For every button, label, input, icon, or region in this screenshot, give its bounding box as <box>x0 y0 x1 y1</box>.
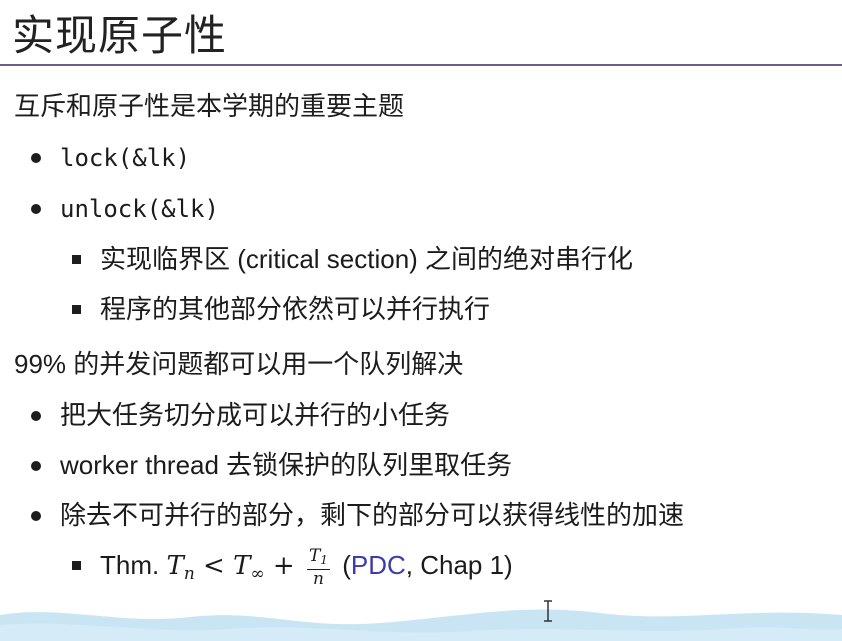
square-bullet-icon <box>72 561 81 570</box>
sub-list-item: Thm. Tn < T∞ + T1 n (PDC, Chap 1) <box>60 540 834 599</box>
list-item: unlock(&lk) 实现临界区 (critical section) 之间的… <box>14 183 834 334</box>
math-sub-n: n <box>183 564 195 584</box>
math-sub-1: 1 <box>320 552 328 567</box>
list-item: 除去不可并行的部分，剩下的部分可以获得线性的加速 Thm. Tn < T∞ + … <box>14 490 834 599</box>
math-sub-inf: ∞ <box>250 564 265 584</box>
code-unlock: unlock(&lk) <box>60 195 219 223</box>
theorem-prefix: Thm. <box>100 550 160 580</box>
fraction-denominator: n <box>312 568 324 589</box>
theorem-formula: Tn < T∞ + T1 n <box>166 547 342 588</box>
square-bullet-icon <box>72 305 81 314</box>
list-item-text: worker thread 去锁保护的队列里取任务 <box>60 450 513 480</box>
list-item: lock(&lk) <box>14 132 834 183</box>
list-item-text: 把大任务切分成可以并行的小任务 <box>60 400 451 430</box>
ref-open: ( <box>342 550 351 580</box>
slide-title: 实现原子性 <box>12 11 228 59</box>
bullet-icon <box>31 461 41 471</box>
slide-content: 互斥和原子性是本学期的重要主题 lock(&lk) unlock(&lk) 实现… <box>14 86 834 599</box>
slide-title-bar: 实现原子性 <box>12 6 227 59</box>
bullet-icon <box>31 153 41 163</box>
list-item: worker thread 去锁保护的队列里取任务 <box>14 440 834 490</box>
pdc-link[interactable]: PDC <box>351 550 406 580</box>
slide: 实现原子性 互斥和原子性是本学期的重要主题 lock(&lk) unlock(&… <box>0 0 842 641</box>
bullet-icon <box>31 204 41 214</box>
bottom-wave-decoration <box>0 609 842 641</box>
math-lt: < <box>203 551 225 581</box>
text-cursor-icon <box>544 600 552 622</box>
code-lock: lock(&lk) <box>60 144 191 172</box>
sub-list-item: 实现临界区 (critical section) 之间的绝对串行化 <box>60 234 834 284</box>
ref-chapter: , Chap 1) <box>405 550 513 580</box>
math-fraction: T1 n <box>306 545 330 589</box>
unlock-sublist: 实现临界区 (critical section) 之间的绝对串行化 程序的其他部… <box>60 234 834 334</box>
section2-heading: 99% 的并发问题都可以用一个队列解决 <box>14 349 464 379</box>
bullet-icon <box>31 511 41 521</box>
math-T: T <box>233 551 251 581</box>
list-item-text: 除去不可并行的部分，剩下的部分可以获得线性的加速 <box>60 500 685 530</box>
fraction-numerator: T1 <box>306 545 330 570</box>
sub-item-text: 实现临界区 (critical section) 之间的绝对串行化 <box>100 244 634 274</box>
title-divider <box>0 64 842 66</box>
section2-list: 把大任务切分成可以并行的小任务 worker thread 去锁保护的队列里取任… <box>14 390 834 599</box>
math-T: T <box>308 545 321 566</box>
bullet-icon <box>31 411 41 421</box>
math-plus: + <box>272 551 295 581</box>
theorem-sublist: Thm. Tn < T∞ + T1 n (PDC, Chap 1) <box>60 540 834 599</box>
list-item: 把大任务切分成可以并行的小任务 <box>14 390 834 440</box>
section1-heading: 互斥和原子性是本学期的重要主题 <box>14 91 405 121</box>
section1-list: lock(&lk) unlock(&lk) 实现临界区 (critical se… <box>14 132 834 334</box>
math-T: T <box>166 551 184 581</box>
sub-list-item: 程序的其他部分依然可以并行执行 <box>60 284 834 334</box>
square-bullet-icon <box>72 255 81 264</box>
sub-item-text: 程序的其他部分依然可以并行执行 <box>100 294 491 324</box>
